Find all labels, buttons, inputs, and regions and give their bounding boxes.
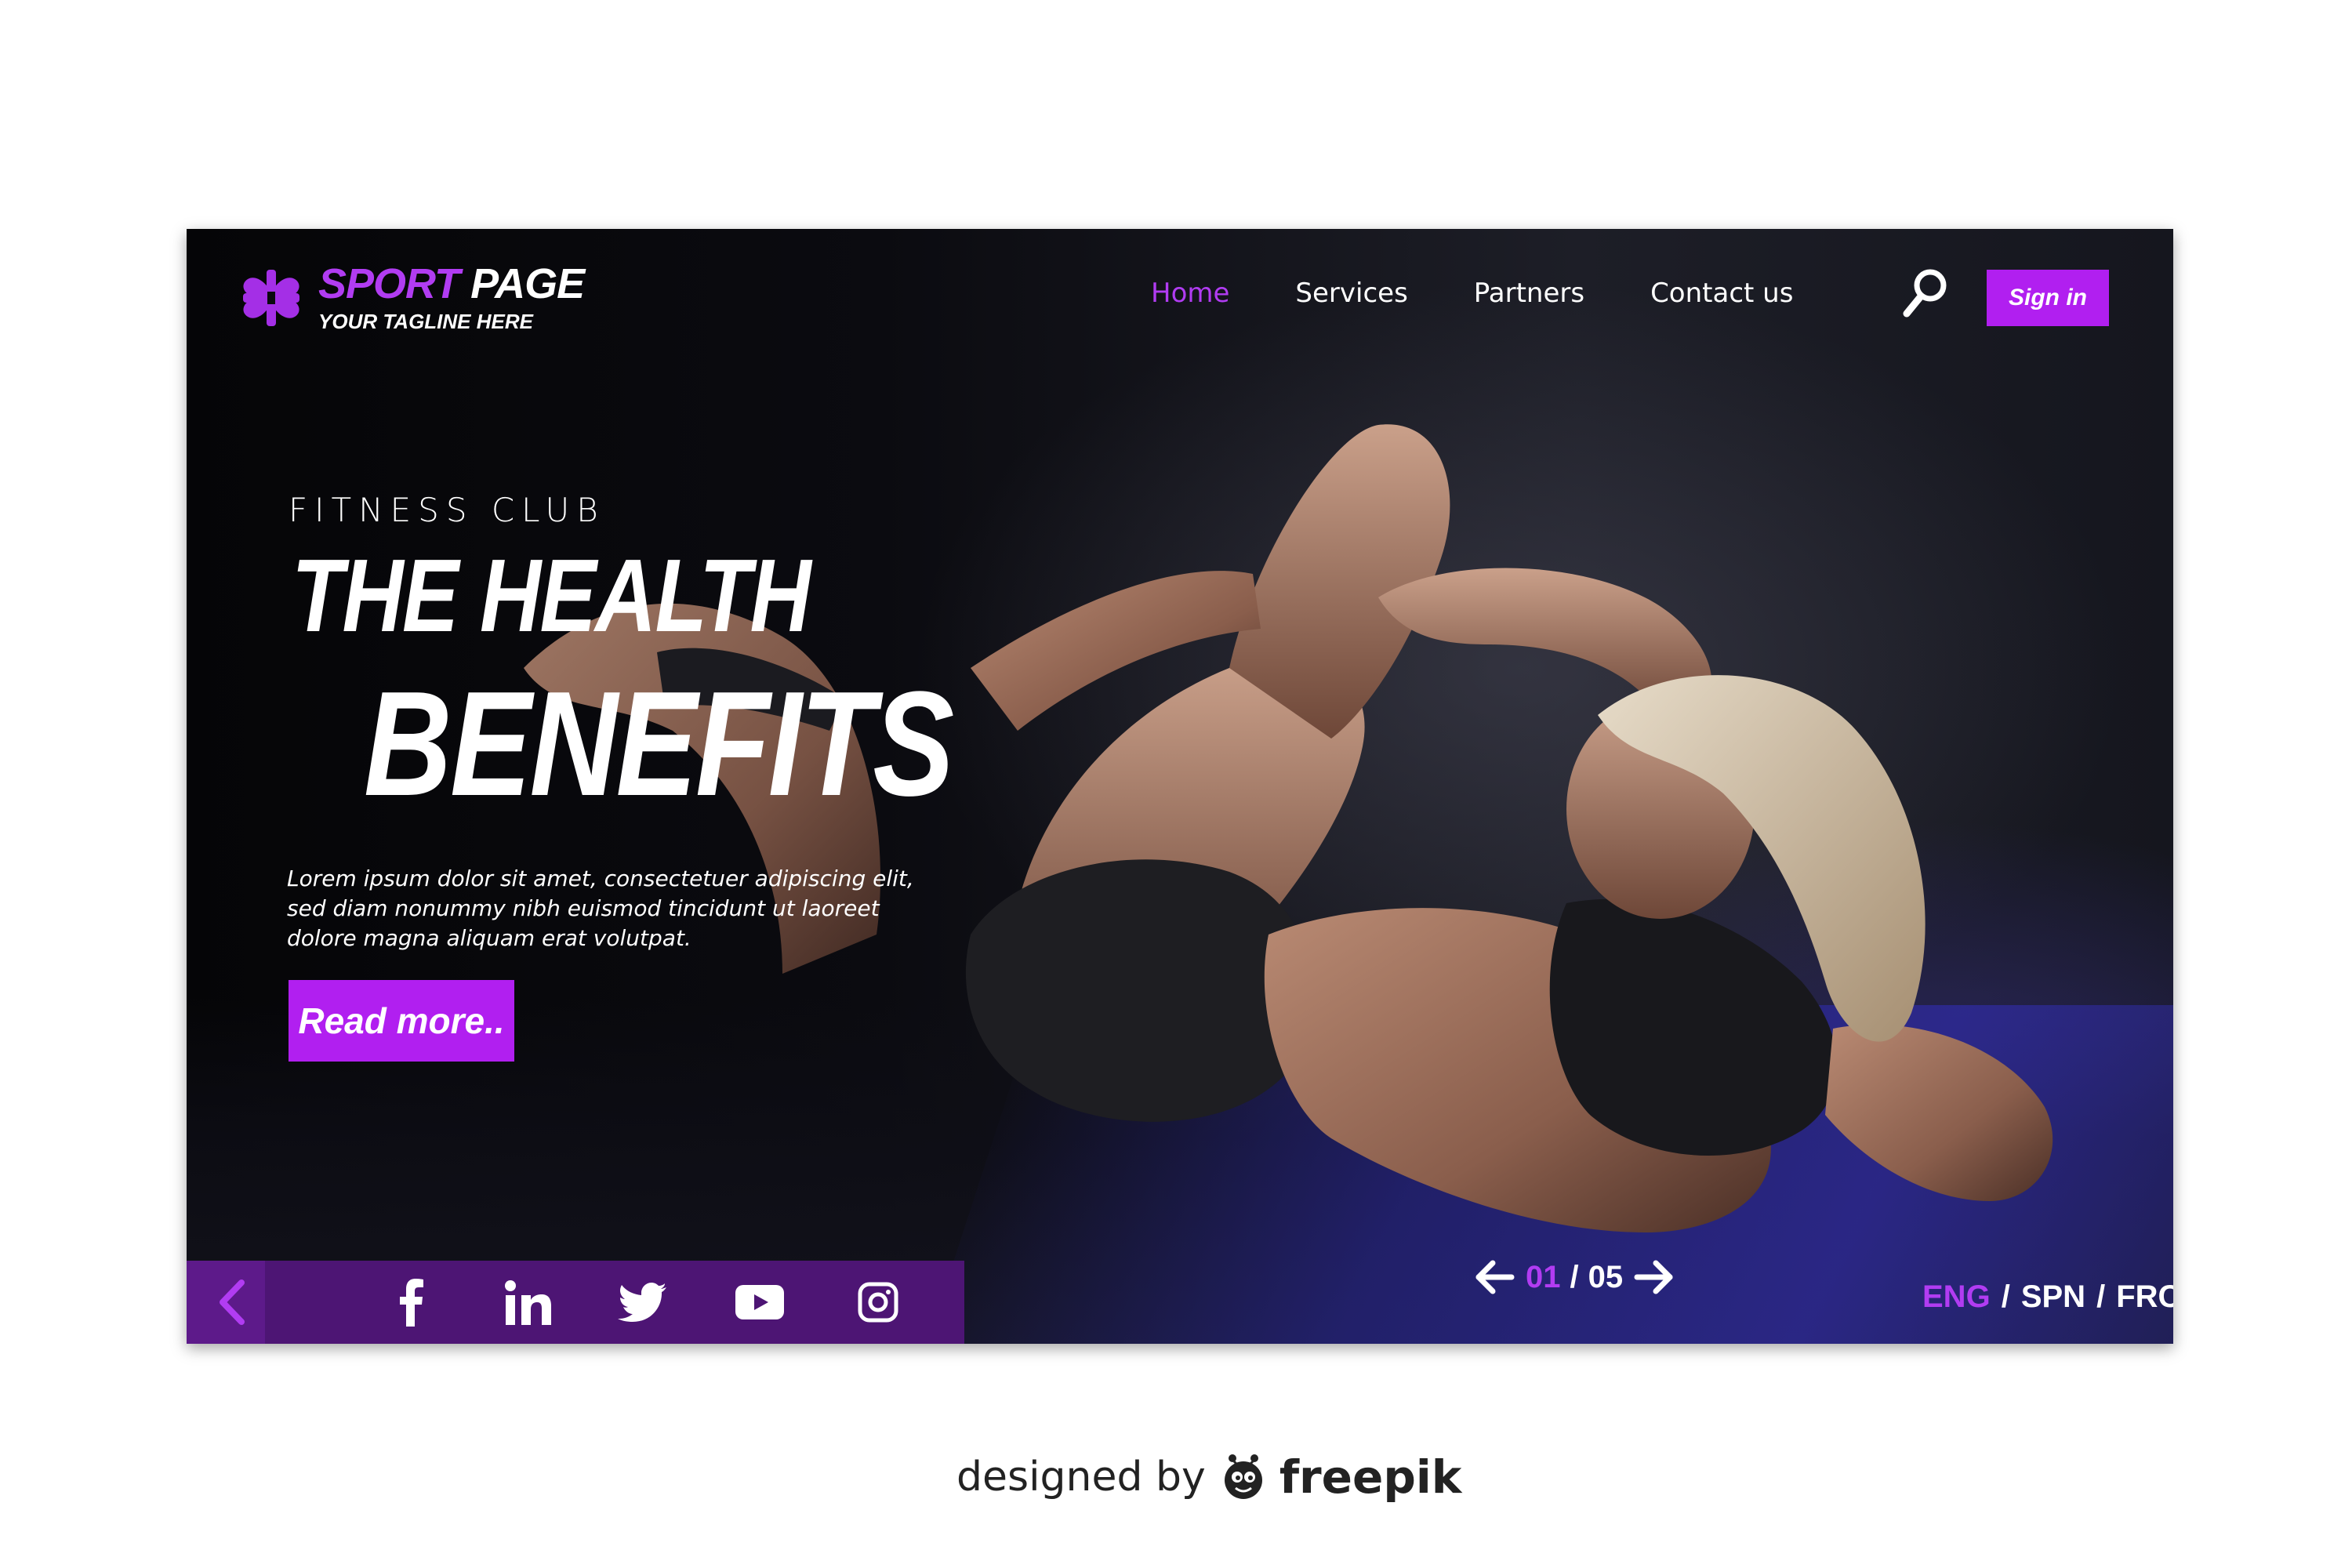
athlete-shorts xyxy=(965,859,1311,1122)
pager-total: 05 xyxy=(1588,1259,1624,1294)
four-hearts-cross-icon xyxy=(243,270,299,326)
twitter-icon[interactable] xyxy=(616,1278,668,1327)
slide-pager: 01 / 05 xyxy=(1472,1258,1676,1297)
athlete-sports-bra xyxy=(1549,898,1837,1156)
athlete-lower-arm xyxy=(1825,1024,2053,1201)
instagram-icon[interactable] xyxy=(856,1278,900,1327)
arrow-left-icon[interactable] xyxy=(1472,1258,1516,1297)
designer-credit: designed by freepik xyxy=(956,1450,1461,1504)
hero-eyebrow: FITNESS CLUB xyxy=(289,491,605,529)
youtube-icon[interactable] xyxy=(734,1278,786,1327)
freepik-mascot-icon xyxy=(1224,1454,1262,1499)
lang-eng[interactable]: ENG xyxy=(1922,1279,1991,1315)
logo-title-rest: PAGE xyxy=(470,260,585,307)
nav-item-home[interactable]: Home xyxy=(1151,278,1229,309)
sign-in-button[interactable]: Sign in xyxy=(1987,270,2109,326)
lang-frc[interactable]: FRC xyxy=(2116,1279,2173,1315)
credit-brand: freepik xyxy=(1279,1450,1462,1504)
pager-separator: / xyxy=(1570,1259,1579,1294)
credit-prefix: designed by xyxy=(956,1454,1206,1501)
nav-item-contact[interactable]: Contact us xyxy=(1650,278,1793,309)
hero-body: Lorem ipsum dolor sit amet, consectetuer… xyxy=(287,866,914,951)
language-switcher: ENG / SPN / FRC xyxy=(1922,1279,2173,1315)
landing-page-hero: SPORT PAGE YOUR TAGLINE HERE Home Servic… xyxy=(187,229,2173,1344)
lang-separator: / xyxy=(2001,1279,2010,1314)
nav-item-partners[interactable]: Partners xyxy=(1474,278,1584,309)
logo-text: SPORT PAGE YOUR TAGLINE HERE xyxy=(318,260,585,334)
social-bar xyxy=(187,1261,964,1344)
lang-spn[interactable]: SPN xyxy=(2021,1279,2085,1315)
pager-current: 01 xyxy=(1526,1259,1561,1294)
hero-title-line1: THE HEALTH xyxy=(292,538,811,653)
logo-tagline: YOUR TAGLINE HERE xyxy=(318,309,533,333)
brand-logo[interactable]: SPORT PAGE YOUR TAGLINE HERE xyxy=(235,260,585,334)
facebook-icon[interactable] xyxy=(392,1278,431,1327)
search-icon[interactable] xyxy=(1902,268,1949,318)
lang-separator: / xyxy=(2096,1279,2106,1314)
logo-title-accent: SPORT xyxy=(318,260,460,307)
logo-title: SPORT PAGE xyxy=(318,260,585,307)
nav-item-services[interactable]: Services xyxy=(1295,278,1407,309)
linkedin-icon[interactable] xyxy=(502,1278,554,1327)
main-nav: Home Services Partners Contact us xyxy=(1151,278,1859,309)
arrow-right-icon[interactable] xyxy=(1632,1258,1676,1297)
chevron-left-icon[interactable] xyxy=(210,1278,254,1327)
read-more-button[interactable]: Read more.. xyxy=(289,980,514,1062)
hero-title-line2: BENEFITS xyxy=(364,661,954,827)
